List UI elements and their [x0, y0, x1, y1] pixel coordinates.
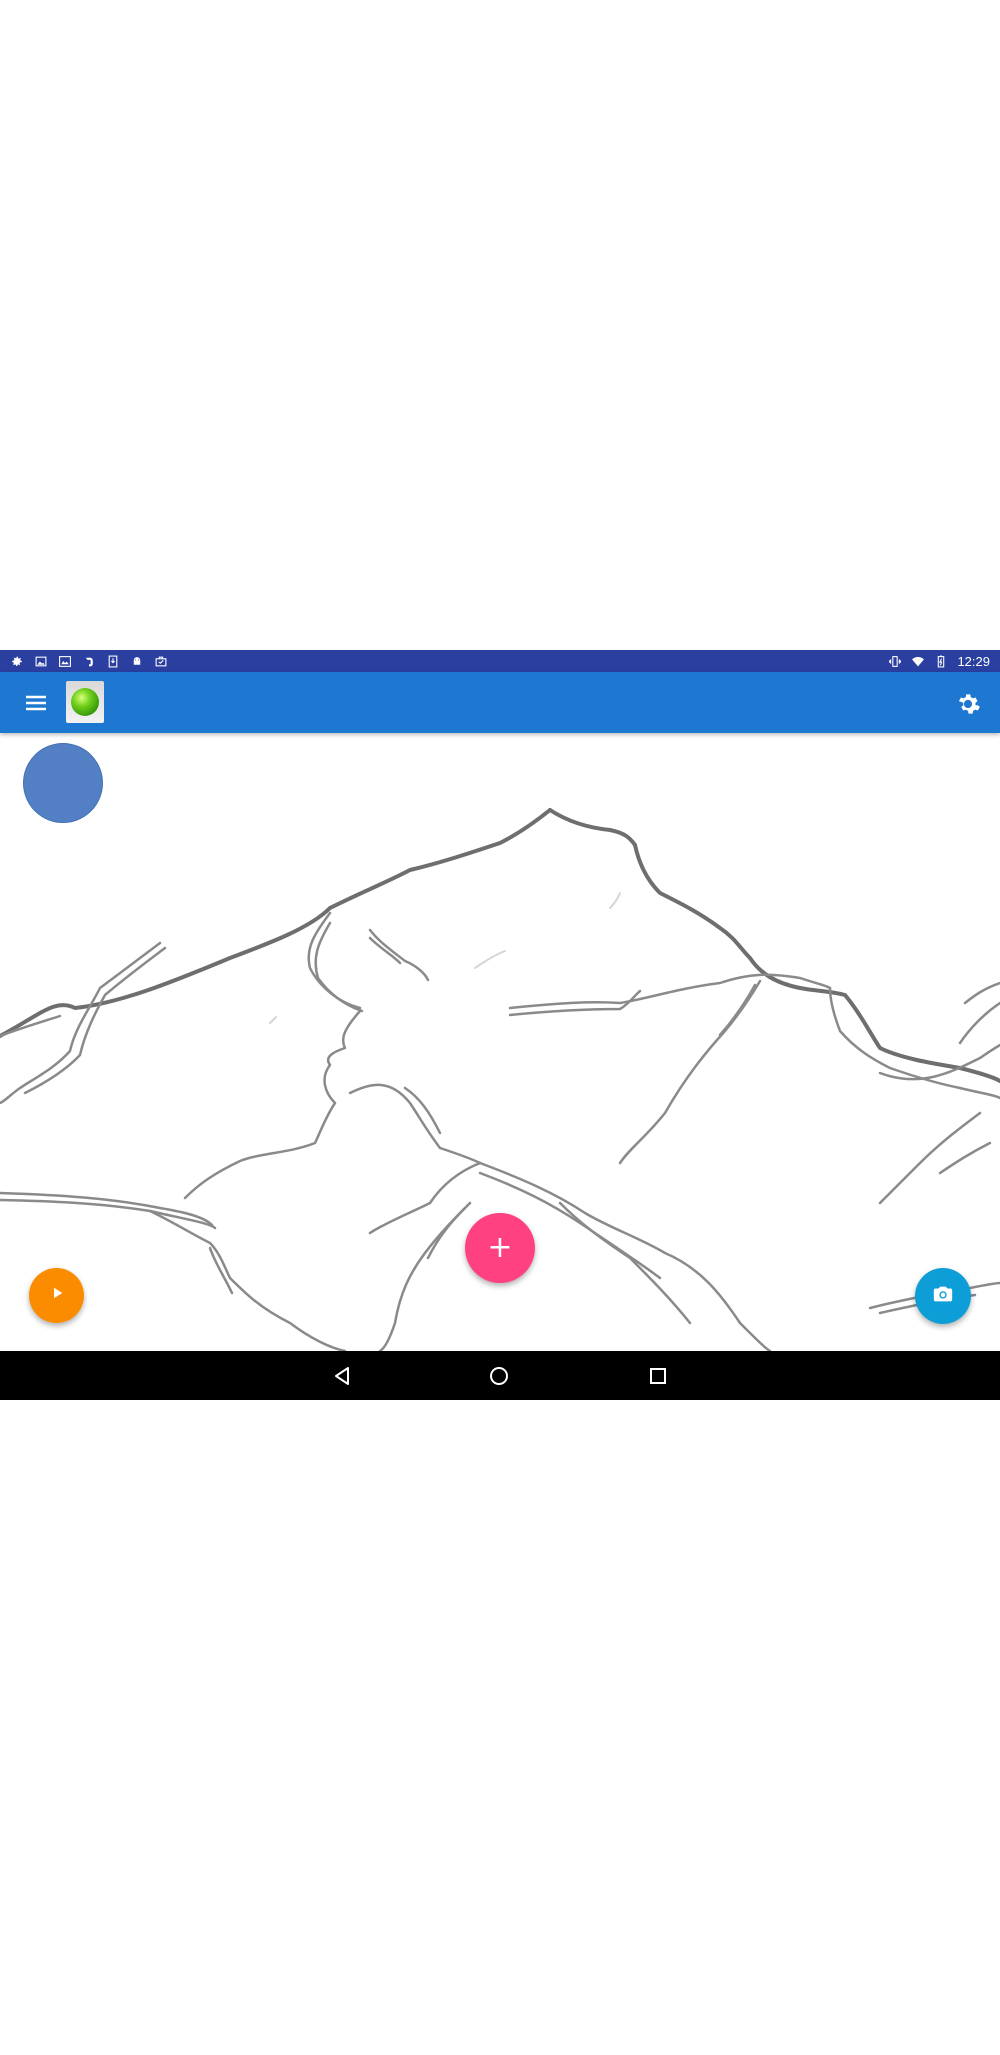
- evernote-icon: [82, 655, 96, 668]
- gear-icon[interactable]: [954, 690, 982, 718]
- notification-icons: [0, 655, 168, 668]
- gear-icon: [10, 655, 24, 668]
- download-icon: [106, 655, 120, 668]
- gallery-icon: [58, 655, 72, 668]
- briefcase-icon: [154, 655, 168, 668]
- back-triangle-icon[interactable]: [329, 1363, 355, 1389]
- hamburger-menu-icon[interactable]: [20, 690, 52, 716]
- camera-button[interactable]: [915, 1268, 971, 1324]
- android-icon: [130, 655, 144, 668]
- device-screen: 12:29 +: [0, 650, 1000, 1400]
- battery-icon: [934, 655, 948, 668]
- image-icon: [34, 655, 48, 668]
- app-toolbar: [0, 672, 1000, 733]
- home-circle-icon[interactable]: [486, 1363, 512, 1389]
- green-ball-icon: [71, 688, 99, 716]
- app-logo-icon[interactable]: [66, 681, 104, 723]
- add-button[interactable]: +: [465, 1213, 535, 1283]
- play-icon: [48, 1284, 66, 1307]
- vibrate-icon: [888, 655, 902, 668]
- status-time: 12:29: [957, 653, 990, 669]
- status-bar: 12:29: [0, 650, 1000, 672]
- plus-icon: +: [487, 1230, 513, 1265]
- system-status: 12:29: [888, 654, 1000, 669]
- navigation-bar: [0, 1351, 1000, 1400]
- color-swatch[interactable]: [23, 743, 103, 823]
- wifi-icon: [911, 655, 925, 668]
- recents-square-icon[interactable]: [645, 1363, 671, 1389]
- camera-icon: [932, 1283, 954, 1310]
- play-button[interactable]: [29, 1268, 84, 1323]
